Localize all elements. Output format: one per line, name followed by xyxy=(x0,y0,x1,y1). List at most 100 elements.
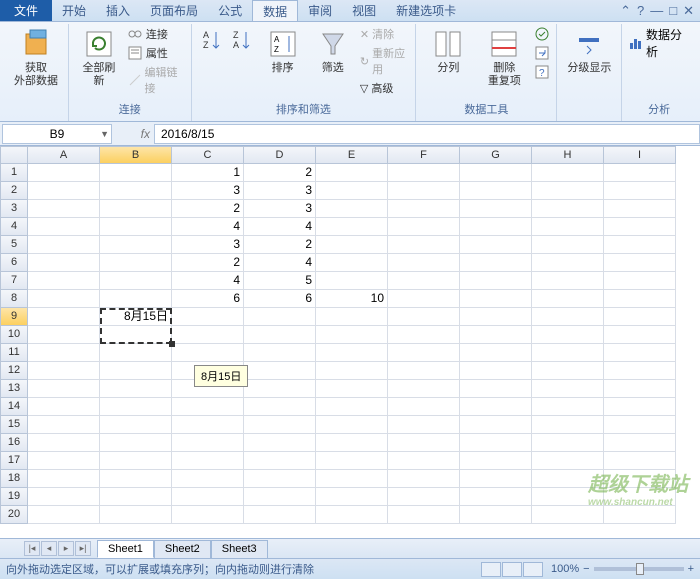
cell-E20[interactable] xyxy=(316,506,388,524)
row-header-2[interactable]: 2 xyxy=(0,182,28,200)
cell-H12[interactable] xyxy=(532,362,604,380)
cell-G3[interactable] xyxy=(460,200,532,218)
row-header-9[interactable]: 9 xyxy=(0,308,28,326)
cell-F17[interactable] xyxy=(388,452,460,470)
cell-E18[interactable] xyxy=(316,470,388,488)
connections-button[interactable]: 连接 xyxy=(127,26,185,42)
cell-C10[interactable] xyxy=(172,326,244,344)
sheet-tab-Sheet1[interactable]: Sheet1 xyxy=(97,540,154,558)
cell-C18[interactable] xyxy=(172,470,244,488)
cell-D20[interactable] xyxy=(244,506,316,524)
cell-G2[interactable] xyxy=(460,182,532,200)
tab-nav-last[interactable]: ▸| xyxy=(75,541,91,556)
cell-H10[interactable] xyxy=(532,326,604,344)
cell-F14[interactable] xyxy=(388,398,460,416)
cell-D17[interactable] xyxy=(244,452,316,470)
ribbon-minimize-icon[interactable]: ⌃ xyxy=(620,3,631,19)
zoom-in-button[interactable]: + xyxy=(688,563,694,575)
close-icon[interactable]: ✕ xyxy=(683,3,694,19)
cell-A1[interactable] xyxy=(28,164,100,182)
cell-B13[interactable] xyxy=(100,380,172,398)
cell-F15[interactable] xyxy=(388,416,460,434)
cell-B7[interactable] xyxy=(100,272,172,290)
cell-D19[interactable] xyxy=(244,488,316,506)
cell-A9[interactable] xyxy=(28,308,100,326)
cell-E3[interactable] xyxy=(316,200,388,218)
cell-D7[interactable]: 5 xyxy=(244,272,316,290)
fx-icon[interactable]: fx xyxy=(114,127,154,141)
cell-E15[interactable] xyxy=(316,416,388,434)
cell-I20[interactable] xyxy=(604,506,676,524)
cell-B17[interactable] xyxy=(100,452,172,470)
cell-G16[interactable] xyxy=(460,434,532,452)
cell-I17[interactable] xyxy=(604,452,676,470)
cell-D3[interactable]: 3 xyxy=(244,200,316,218)
cell-B12[interactable] xyxy=(100,362,172,380)
cell-H19[interactable] xyxy=(532,488,604,506)
row-header-19[interactable]: 19 xyxy=(0,488,28,506)
cell-F10[interactable] xyxy=(388,326,460,344)
cell-B18[interactable] xyxy=(100,470,172,488)
cell-D10[interactable] xyxy=(244,326,316,344)
cell-H6[interactable] xyxy=(532,254,604,272)
cell-D8[interactable]: 6 xyxy=(244,290,316,308)
col-header-D[interactable]: D xyxy=(244,146,316,164)
cell-G17[interactable] xyxy=(460,452,532,470)
cell-D14[interactable] xyxy=(244,398,316,416)
row-header-7[interactable]: 7 xyxy=(0,272,28,290)
cell-C2[interactable]: 3 xyxy=(172,182,244,200)
cell-G20[interactable] xyxy=(460,506,532,524)
cell-D12[interactable] xyxy=(244,362,316,380)
cell-I2[interactable] xyxy=(604,182,676,200)
cell-B11[interactable] xyxy=(100,344,172,362)
tab-nav-prev[interactable]: ◂ xyxy=(41,541,57,556)
cell-F16[interactable] xyxy=(388,434,460,452)
cell-F1[interactable] xyxy=(388,164,460,182)
cell-E2[interactable] xyxy=(316,182,388,200)
cell-D13[interactable] xyxy=(244,380,316,398)
cell-A13[interactable] xyxy=(28,380,100,398)
cell-A20[interactable] xyxy=(28,506,100,524)
get-external-data-button[interactable]: 获取 外部数据 xyxy=(10,26,62,90)
col-header-H[interactable]: H xyxy=(532,146,604,164)
cell-H2[interactable] xyxy=(532,182,604,200)
cell-I10[interactable] xyxy=(604,326,676,344)
menu-tab-4[interactable]: 数据 xyxy=(252,0,298,21)
cell-D16[interactable] xyxy=(244,434,316,452)
cell-F5[interactable] xyxy=(388,236,460,254)
cell-A2[interactable] xyxy=(28,182,100,200)
row-header-15[interactable]: 15 xyxy=(0,416,28,434)
cell-E10[interactable] xyxy=(316,326,388,344)
cell-B15[interactable] xyxy=(100,416,172,434)
cell-G18[interactable] xyxy=(460,470,532,488)
cell-C19[interactable] xyxy=(172,488,244,506)
minimize-icon[interactable]: — xyxy=(650,3,663,18)
cell-E8[interactable]: 10 xyxy=(316,290,388,308)
cell-E11[interactable] xyxy=(316,344,388,362)
tab-nav-next[interactable]: ▸ xyxy=(58,541,74,556)
menu-tab-1[interactable]: 插入 xyxy=(96,0,140,21)
sheet-tab-Sheet3[interactable]: Sheet3 xyxy=(211,540,268,558)
cell-C14[interactable] xyxy=(172,398,244,416)
menu-tab-5[interactable]: 审阅 xyxy=(298,0,342,21)
cell-H8[interactable] xyxy=(532,290,604,308)
cell-I3[interactable] xyxy=(604,200,676,218)
formula-input[interactable]: 2016/8/15 xyxy=(154,124,700,144)
cell-I9[interactable] xyxy=(604,308,676,326)
cell-E14[interactable] xyxy=(316,398,388,416)
cell-E9[interactable] xyxy=(316,308,388,326)
cell-C20[interactable] xyxy=(172,506,244,524)
cell-E7[interactable] xyxy=(316,272,388,290)
cell-G4[interactable] xyxy=(460,218,532,236)
cell-A19[interactable] xyxy=(28,488,100,506)
cell-E6[interactable] xyxy=(316,254,388,272)
cell-G12[interactable] xyxy=(460,362,532,380)
cell-B4[interactable] xyxy=(100,218,172,236)
col-header-A[interactable]: A xyxy=(28,146,100,164)
cell-D6[interactable]: 4 xyxy=(244,254,316,272)
cell-D4[interactable]: 4 xyxy=(244,218,316,236)
cell-I8[interactable] xyxy=(604,290,676,308)
cell-I5[interactable] xyxy=(604,236,676,254)
sort-button[interactable]: AZ 排序 xyxy=(260,26,306,77)
sort-asc-button[interactable]: AZ xyxy=(198,26,226,60)
